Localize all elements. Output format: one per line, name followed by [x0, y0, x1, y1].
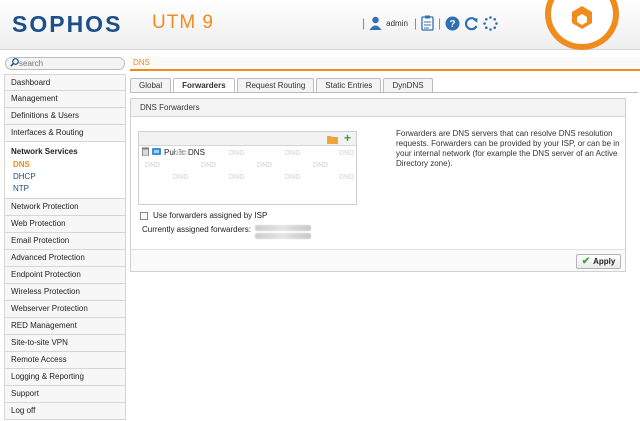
tab-request-routing[interactable]: Request Routing — [236, 78, 315, 92]
panel-title: DNS Forwarders — [131, 99, 625, 117]
sidebar-item-site-to-site-vpn[interactable]: Site-to-site VPN — [4, 335, 126, 352]
isp-forwarders-checkbox[interactable] — [140, 211, 148, 220]
header-separator: | — [413, 16, 418, 30]
watermark-text: DND — [285, 150, 301, 157]
watermark-text: DND — [145, 162, 161, 169]
watermark-text: DND — [257, 162, 273, 169]
activity-spinner-icon — [483, 15, 498, 31]
watermark-text: DND — [173, 150, 189, 157]
header-toolbar: | admin | | ? — [362, 13, 498, 33]
sidebar-subitem-dns[interactable]: DNS — [5, 159, 125, 171]
sidebar-item-log-off[interactable]: Log off — [4, 403, 126, 420]
header-separator: | — [438, 16, 442, 30]
search-box[interactable] — [5, 57, 125, 70]
assigned-forwarders-label: Currently assigned forwarders: — [142, 225, 251, 234]
watermark-text: DND — [313, 162, 329, 169]
sidebar-subitem-ntp[interactable]: NTP — [5, 183, 125, 195]
sophos-shield-badge-icon — [545, 0, 619, 50]
sidebar-subitem-dhcp[interactable]: DHCP — [5, 171, 125, 183]
sidebar-item-network-protection[interactable]: Network Protection — [4, 199, 126, 216]
apply-button[interactable]: ✔ Apply — [576, 254, 621, 269]
list-item[interactable]: Public DNS — [139, 146, 356, 158]
network-object-icon — [152, 147, 161, 158]
product-name: UTM 9 — [152, 12, 214, 33]
sophos-logo: SOPHOS — [12, 11, 123, 37]
drop-target-watermark: DND DND DND DND DND DND DND DND DND DND … — [139, 150, 358, 204]
sidebar-item-endpoint-protection[interactable]: Endpoint Protection — [4, 267, 126, 284]
sidebar-item-email-protection[interactable]: Email Protection — [4, 233, 126, 250]
redacted-value — [254, 225, 311, 231]
tab-divider — [130, 92, 638, 93]
add-icon[interactable]: + — [344, 132, 351, 144]
checkmark-icon: ✔ — [581, 256, 591, 267]
redacted-forwarders — [254, 225, 311, 239]
header-separator: | — [362, 16, 366, 30]
watermark-text: DND — [229, 150, 245, 157]
sidebar-item-webserver-protection[interactable]: Webserver Protection — [4, 301, 126, 318]
watermark-text: DND — [201, 162, 217, 169]
sidebar-item-remote-access[interactable]: Remote Access — [4, 352, 126, 369]
tab-global[interactable]: Global — [130, 78, 172, 92]
forwarders-description: Forwarders are DNS servers that can reso… — [396, 129, 620, 168]
sidebar-item-network-services[interactable]: Network Services — [5, 145, 125, 159]
watermark-text: DND — [229, 174, 245, 181]
assigned-forwarders: Currently assigned forwarders: — [142, 225, 311, 239]
sidebar-item-definitions-users[interactable]: Definitions & Users — [4, 108, 126, 125]
tab-dyndns[interactable]: DynDNS — [383, 78, 433, 92]
sidebar-item-management[interactable]: Management — [4, 91, 126, 108]
app-header: SOPHOS UTM 9 | admin | | ? — [0, 0, 640, 50]
isp-forwarders-option[interactable]: Use forwarders assigned by ISP — [140, 211, 267, 220]
sidebar-item-logging-reporting[interactable]: Logging & Reporting — [4, 369, 126, 386]
trash-icon[interactable] — [142, 147, 149, 158]
sidebar-group-network-services: Network Services DNS DHCP NTP — [4, 142, 126, 199]
sidebar-item-wireless-protection[interactable]: Wireless Protection — [4, 284, 126, 301]
tab-forwarders[interactable]: Forwarders — [173, 78, 235, 93]
help-icon[interactable]: ? — [445, 16, 460, 31]
watermark-text: DND — [339, 150, 355, 157]
sidebar-item-support[interactable]: Support — [4, 386, 126, 403]
redacted-value — [254, 233, 311, 239]
sidebar-nav: Dashboard Management Definitions & Users… — [4, 74, 126, 420]
reload-icon[interactable] — [464, 16, 479, 31]
sidebar-item-interfaces-routing[interactable]: Interfaces & Routing — [4, 125, 126, 142]
forwarders-list[interactable]: + Public DNS DND DND DND DND DND DND DND… — [138, 131, 357, 205]
apply-label: Apply — [593, 257, 616, 266]
clipboard-icon[interactable] — [421, 15, 434, 31]
sidebar-item-dashboard[interactable]: Dashboard — [4, 74, 126, 91]
admin-username[interactable]: admin — [386, 19, 408, 28]
sidebar-item-red-management[interactable]: RED Management — [4, 318, 126, 335]
sidebar-item-web-protection[interactable]: Web Protection — [4, 216, 126, 233]
dns-forwarders-panel: DNS Forwarders + Public DNS DND DND DND … — [130, 98, 626, 272]
folder-icon[interactable] — [327, 135, 338, 146]
breadcrumb: DNS — [130, 57, 640, 71]
svg-text:?: ? — [450, 19, 456, 30]
watermark-text: DND — [173, 174, 189, 181]
search-input[interactable] — [19, 59, 119, 68]
watermark-text: DND — [339, 174, 355, 181]
watermark-text: DND — [285, 174, 301, 181]
panel-footer: ✔ Apply — [131, 249, 625, 271]
search-icon — [10, 58, 19, 69]
tab-bar: Global Forwarders Request Routing Static… — [130, 78, 433, 93]
isp-forwarders-label[interactable]: Use forwarders assigned by ISP — [153, 211, 267, 220]
user-icon[interactable] — [369, 16, 382, 30]
tab-static-entries[interactable]: Static Entries — [316, 78, 382, 92]
sidebar-item-advanced-protection[interactable]: Advanced Protection — [4, 250, 126, 267]
list-toolbar: + — [139, 132, 356, 146]
